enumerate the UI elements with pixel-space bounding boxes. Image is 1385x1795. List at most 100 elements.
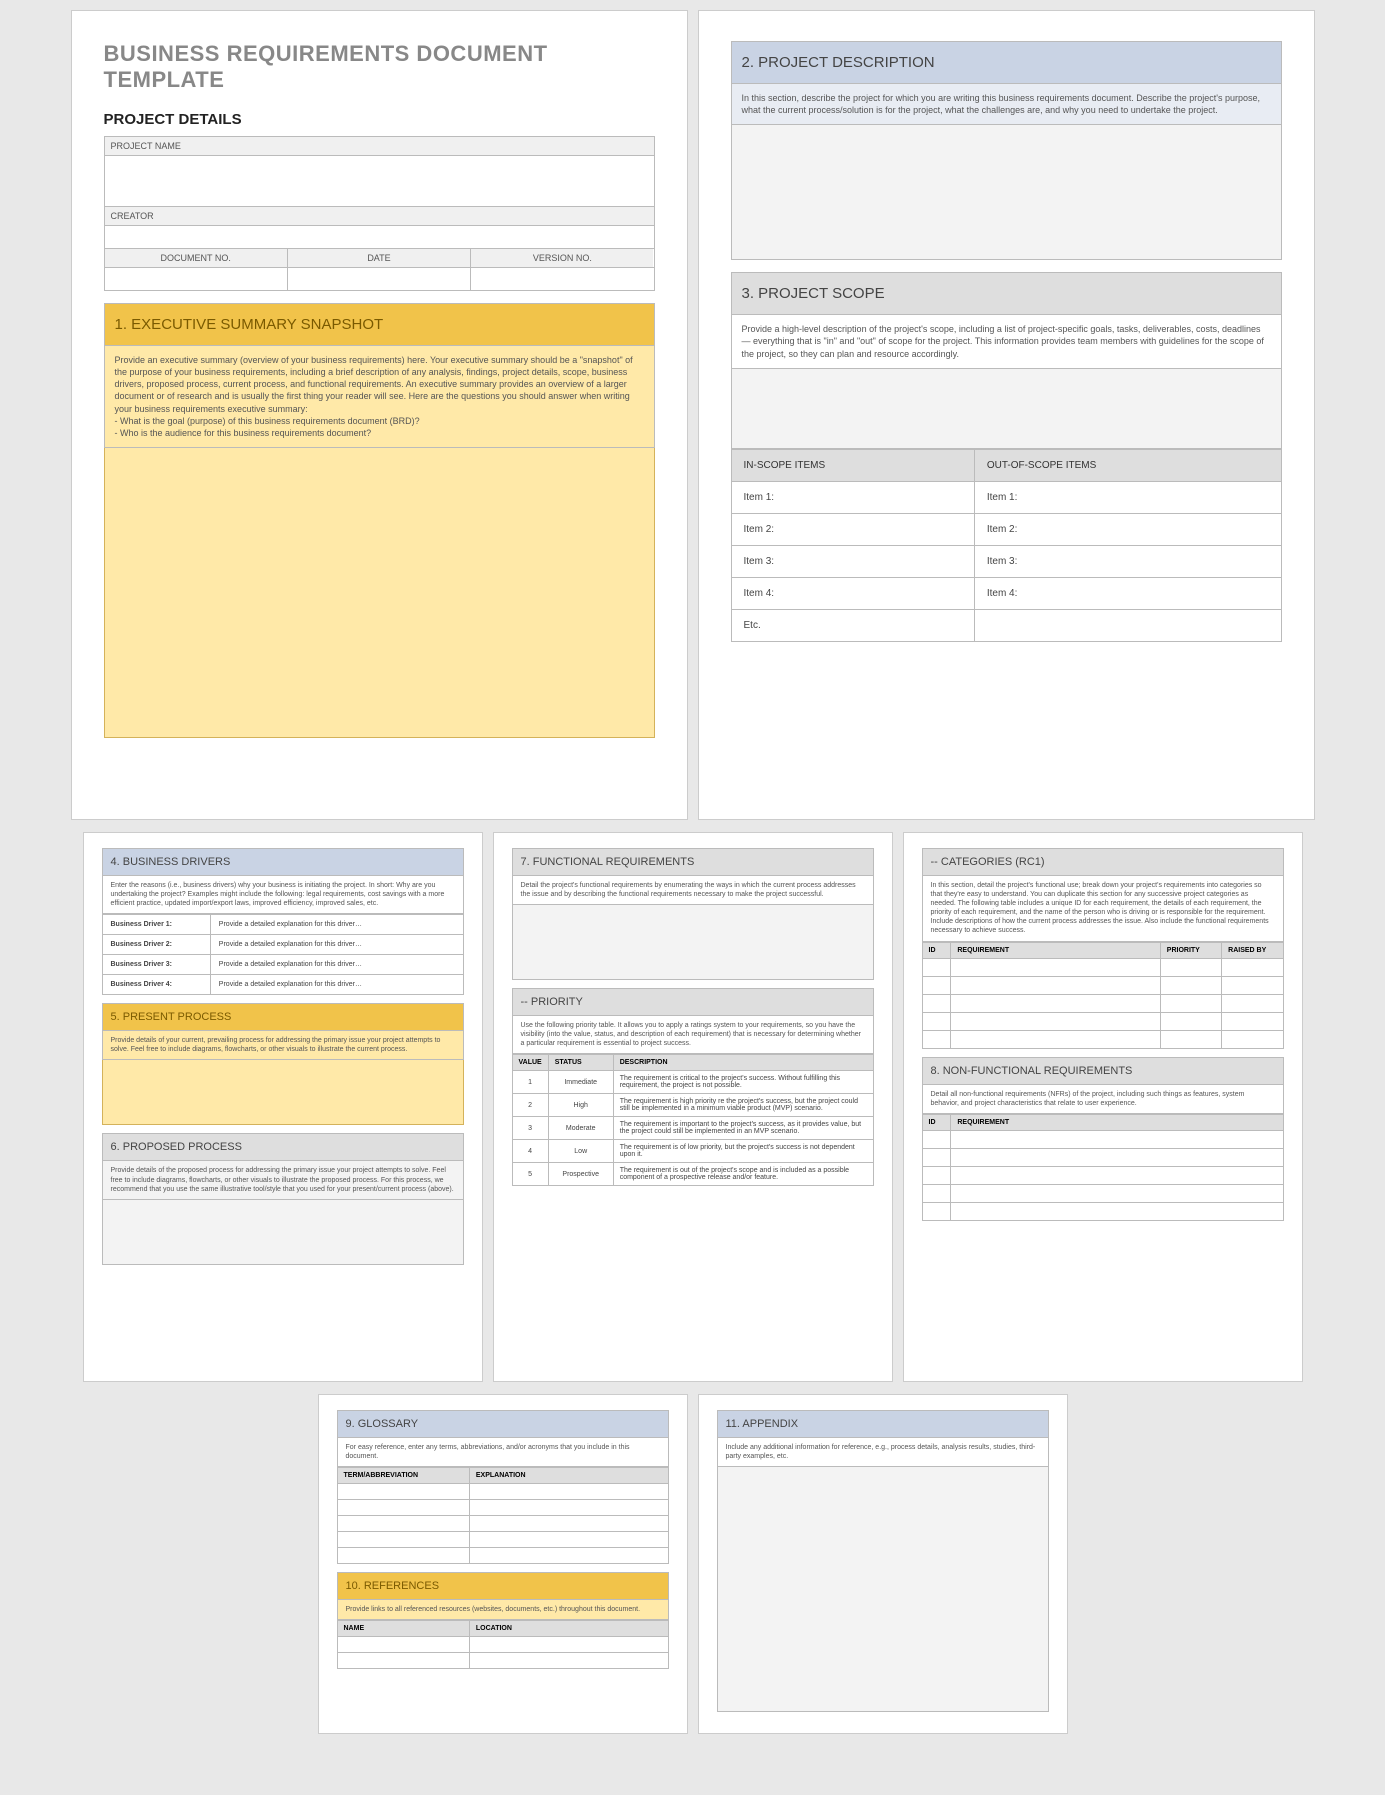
scope-cell[interactable]: Item 1: bbox=[974, 481, 1281, 513]
glos-cell[interactable] bbox=[337, 1548, 469, 1564]
doc-no-value[interactable] bbox=[105, 268, 288, 290]
glos-cell[interactable] bbox=[337, 1500, 469, 1516]
sec6-blank[interactable] bbox=[102, 1200, 464, 1265]
page-4: 7. FUNCTIONAL REQUIREMENTS Detail the pr… bbox=[493, 832, 893, 1382]
sec6-body: Provide details of the proposed process … bbox=[102, 1161, 464, 1199]
scope-cell[interactable]: Item 3: bbox=[731, 545, 974, 577]
sec3-blank[interactable] bbox=[731, 369, 1282, 449]
sec11-blank[interactable] bbox=[717, 1467, 1049, 1712]
ref-cell[interactable] bbox=[337, 1653, 469, 1669]
cat-cell[interactable] bbox=[1222, 994, 1283, 1012]
project-name-value[interactable] bbox=[105, 156, 654, 206]
cat-cell[interactable] bbox=[1222, 958, 1283, 976]
glos-cell[interactable] bbox=[469, 1548, 668, 1564]
nfr-cell[interactable] bbox=[951, 1148, 1283, 1166]
prio-col-desc: DESCRIPTION bbox=[613, 1055, 873, 1071]
creator-value[interactable] bbox=[105, 226, 654, 248]
sec7-blank[interactable] bbox=[512, 905, 874, 980]
sec8-header: 8. NON-FUNCTIONAL REQUIREMENTS bbox=[922, 1057, 1284, 1085]
cat-cell[interactable] bbox=[1160, 994, 1221, 1012]
nfr-cell[interactable] bbox=[922, 1202, 951, 1220]
cat-cell[interactable] bbox=[922, 1030, 951, 1048]
scope-cell[interactable]: Item 3: bbox=[974, 545, 1281, 577]
cat-cell[interactable] bbox=[922, 958, 951, 976]
glos-cell[interactable] bbox=[469, 1516, 668, 1532]
cat-cell[interactable] bbox=[1160, 958, 1221, 976]
nfr-cell[interactable] bbox=[922, 1148, 951, 1166]
sec5-body: Provide details of your current, prevail… bbox=[102, 1031, 464, 1060]
cat-cell[interactable] bbox=[1160, 976, 1221, 994]
prio-col-status: STATUS bbox=[548, 1055, 613, 1071]
nfr-cell[interactable] bbox=[922, 1184, 951, 1202]
cat-cell[interactable] bbox=[1222, 1030, 1283, 1048]
nfr-cell[interactable] bbox=[922, 1130, 951, 1148]
cat-cell[interactable] bbox=[1222, 976, 1283, 994]
cat-cell[interactable] bbox=[951, 1012, 1160, 1030]
nfr-cell[interactable] bbox=[951, 1166, 1283, 1184]
driver-value[interactable]: Provide a detailed explanation for this … bbox=[210, 915, 463, 935]
sec2-blank[interactable] bbox=[731, 125, 1282, 260]
in-scope-header: IN-SCOPE ITEMS bbox=[731, 449, 974, 481]
priority-header: -- PRIORITY bbox=[512, 988, 874, 1016]
cat-cell[interactable] bbox=[1160, 1012, 1221, 1030]
scope-cell[interactable]: Item 2: bbox=[974, 513, 1281, 545]
sec8-body: Detail all non-functional requirements (… bbox=[922, 1085, 1284, 1114]
driver-value[interactable]: Provide a detailed explanation for this … bbox=[210, 975, 463, 995]
cat-cell[interactable] bbox=[951, 1030, 1160, 1048]
scope-cell[interactable] bbox=[974, 609, 1281, 641]
nfr-cell[interactable] bbox=[951, 1130, 1283, 1148]
cat-cell[interactable] bbox=[1222, 1012, 1283, 1030]
prio-value: 1 bbox=[512, 1071, 548, 1094]
glos-cell[interactable] bbox=[469, 1484, 668, 1500]
creator-field: CREATOR bbox=[104, 207, 655, 249]
cat-cell[interactable] bbox=[922, 994, 951, 1012]
project-name-field: PROJECT NAME bbox=[104, 136, 655, 207]
cat-cell[interactable] bbox=[951, 976, 1160, 994]
sec2-body: In this section, describe the project fo… bbox=[731, 84, 1282, 125]
scope-table: IN-SCOPE ITEMS OUT-OF-SCOPE ITEMS Item 1… bbox=[731, 449, 1282, 642]
date-value[interactable] bbox=[288, 268, 471, 290]
cat-cell[interactable] bbox=[922, 1012, 951, 1030]
sec4-header: 4. BUSINESS DRIVERS bbox=[102, 848, 464, 876]
sec6-header: 6. PROPOSED PROCESS bbox=[102, 1133, 464, 1161]
cat-cell[interactable] bbox=[922, 976, 951, 994]
cat-cell[interactable] bbox=[951, 958, 1160, 976]
version-label: VERSION NO. bbox=[471, 249, 653, 267]
glos-cell[interactable] bbox=[337, 1532, 469, 1548]
sec7-body: Detail the project's functional requirem… bbox=[512, 876, 874, 905]
scope-cell[interactable]: Etc. bbox=[731, 609, 974, 641]
page-5: -- CATEGORIES (RC1) In this section, det… bbox=[903, 832, 1303, 1382]
driver-label: Business Driver 2: bbox=[102, 935, 210, 955]
version-value[interactable] bbox=[471, 268, 653, 290]
prio-desc: The requirement is critical to the proje… bbox=[613, 1071, 873, 1094]
sec5-blank[interactable] bbox=[102, 1060, 464, 1125]
ref-cell[interactable] bbox=[469, 1637, 668, 1653]
driver-label: Business Driver 3: bbox=[102, 955, 210, 975]
scope-cell[interactable]: Item 1: bbox=[731, 481, 974, 513]
sec1-body: Provide an executive summary (overview o… bbox=[104, 346, 655, 448]
sec1-blank[interactable] bbox=[104, 448, 655, 738]
nfr-cell[interactable] bbox=[922, 1166, 951, 1184]
driver-value[interactable]: Provide a detailed explanation for this … bbox=[210, 955, 463, 975]
glos-cell[interactable] bbox=[469, 1500, 668, 1516]
ref-cell[interactable] bbox=[337, 1637, 469, 1653]
scope-cell[interactable]: Item 4: bbox=[731, 577, 974, 609]
scope-cell[interactable]: Item 4: bbox=[974, 577, 1281, 609]
nfr-cell[interactable] bbox=[951, 1184, 1283, 1202]
glos-cell[interactable] bbox=[337, 1484, 469, 1500]
cat-cell[interactable] bbox=[1160, 1030, 1221, 1048]
sec5-header: 5. PRESENT PROCESS bbox=[102, 1003, 464, 1031]
out-scope-header: OUT-OF-SCOPE ITEMS bbox=[974, 449, 1281, 481]
prio-value: 4 bbox=[512, 1140, 548, 1163]
nfr-cell[interactable] bbox=[951, 1202, 1283, 1220]
driver-value[interactable]: Provide a detailed explanation for this … bbox=[210, 935, 463, 955]
doc-meta-header: DOCUMENT NO. DATE VERSION NO. bbox=[104, 248, 655, 268]
scope-cell[interactable]: Item 2: bbox=[731, 513, 974, 545]
glos-cell[interactable] bbox=[469, 1532, 668, 1548]
glos-cell[interactable] bbox=[337, 1516, 469, 1532]
cat-cell[interactable] bbox=[951, 994, 1160, 1012]
cat-col-raisedby: RAISED BY bbox=[1222, 942, 1283, 958]
categories-body: In this section, detail the project's fu… bbox=[922, 876, 1284, 942]
ref-cell[interactable] bbox=[469, 1653, 668, 1669]
references-table: NAME LOCATION bbox=[337, 1620, 669, 1669]
